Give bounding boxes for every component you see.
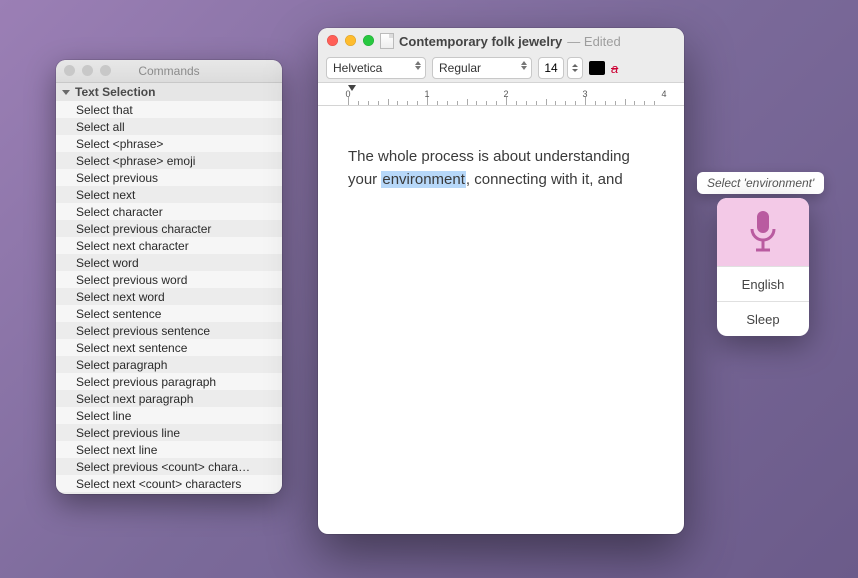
edited-label: — Edited — [567, 34, 620, 49]
commands-titlebar[interactable]: Commands — [56, 60, 282, 83]
command-item[interactable]: Select next — [56, 186, 282, 203]
textedit-window: Contemporary folk jewelry — Edited Helve… — [318, 28, 684, 534]
command-item[interactable]: Select next line — [56, 441, 282, 458]
command-item[interactable]: Select <phrase> — [56, 135, 282, 152]
commands-window: Commands Text Selection Select thatSelec… — [56, 60, 282, 494]
command-item[interactable]: Select word — [56, 254, 282, 271]
selected-text: environment — [381, 171, 466, 188]
strikethrough-icon[interactable]: a — [611, 61, 618, 76]
chevron-updown-icon — [415, 66, 421, 70]
section-header-label: Text Selection — [75, 85, 155, 99]
ruler[interactable]: 01234 — [318, 83, 684, 106]
command-item[interactable]: Select that — [56, 101, 282, 118]
command-item[interactable]: Select next word — [56, 288, 282, 305]
command-item[interactable]: Select previous word — [56, 271, 282, 288]
window-controls — [327, 35, 374, 46]
command-item[interactable]: Select previous character — [56, 220, 282, 237]
window-controls-inactive[interactable] — [64, 65, 111, 76]
font-size-stepper[interactable] — [567, 57, 583, 79]
sleep-label: Sleep — [746, 312, 779, 327]
font-style-select[interactable]: Regular — [432, 57, 532, 79]
font-size-control: 14 — [538, 57, 583, 79]
command-item[interactable]: Select previous — [56, 169, 282, 186]
command-item[interactable]: Select next <count> characters — [56, 475, 282, 492]
zoom-button[interactable] — [100, 65, 111, 76]
textedit-toolbar: Helvetica Regular 14 a — [318, 54, 684, 83]
microphone-icon — [746, 209, 780, 255]
command-item[interactable]: Select all — [56, 118, 282, 135]
command-item[interactable]: Select next sentence — [56, 339, 282, 356]
document-title[interactable]: Contemporary folk jewelry — [399, 34, 562, 49]
document-icon — [380, 33, 394, 49]
commands-list[interactable]: Select thatSelect allSelect <phrase>Sele… — [56, 101, 282, 494]
zoom-button[interactable] — [363, 35, 374, 46]
voice-tooltip: Select 'environment' — [697, 172, 824, 194]
command-item[interactable]: Select previous sentence — [56, 322, 282, 339]
language-label: English — [742, 277, 785, 292]
command-item[interactable]: Select previous line — [56, 424, 282, 441]
close-button[interactable] — [327, 35, 338, 46]
command-item[interactable]: Select previous <count> chara… — [56, 458, 282, 475]
font-family-select[interactable]: Helvetica — [326, 57, 426, 79]
minimize-button[interactable] — [345, 35, 356, 46]
chevron-updown-icon — [521, 66, 527, 70]
ruler-label: 4 — [661, 89, 666, 99]
text-color-well[interactable] — [589, 61, 605, 75]
language-button[interactable]: English — [717, 266, 809, 301]
command-item[interactable]: Select next character — [56, 237, 282, 254]
textedit-content[interactable]: The whole process is about understanding… — [318, 106, 684, 534]
content-after: , connecting with it, and — [466, 171, 623, 188]
commands-section-header[interactable]: Text Selection — [56, 83, 282, 101]
close-button[interactable] — [64, 65, 75, 76]
command-item[interactable]: Select line — [56, 407, 282, 424]
command-item[interactable]: Select previous paragraph — [56, 373, 282, 390]
font-size-field[interactable]: 14 — [538, 57, 564, 79]
minimize-button[interactable] — [82, 65, 93, 76]
font-style-value: Regular — [439, 61, 481, 75]
voice-tooltip-text: Select 'environment' — [707, 176, 814, 190]
command-item[interactable]: Select <phrase> emoji — [56, 152, 282, 169]
stepper-up-icon — [572, 64, 578, 67]
chevron-down-icon — [62, 90, 70, 95]
command-item[interactable]: Select next paragraph — [56, 390, 282, 407]
stepper-down-icon — [572, 69, 578, 72]
voice-control-panel: English Sleep — [717, 198, 809, 336]
textedit-titlebar[interactable]: Contemporary folk jewelry — Edited — [318, 28, 684, 54]
command-item[interactable]: Select previous <count> words — [56, 492, 282, 494]
command-item[interactable]: Select paragraph — [56, 356, 282, 373]
command-item[interactable]: Select character — [56, 203, 282, 220]
microphone-area[interactable] — [717, 198, 809, 266]
sleep-button[interactable]: Sleep — [717, 301, 809, 336]
command-item[interactable]: Select sentence — [56, 305, 282, 322]
font-family-value: Helvetica — [333, 61, 382, 75]
